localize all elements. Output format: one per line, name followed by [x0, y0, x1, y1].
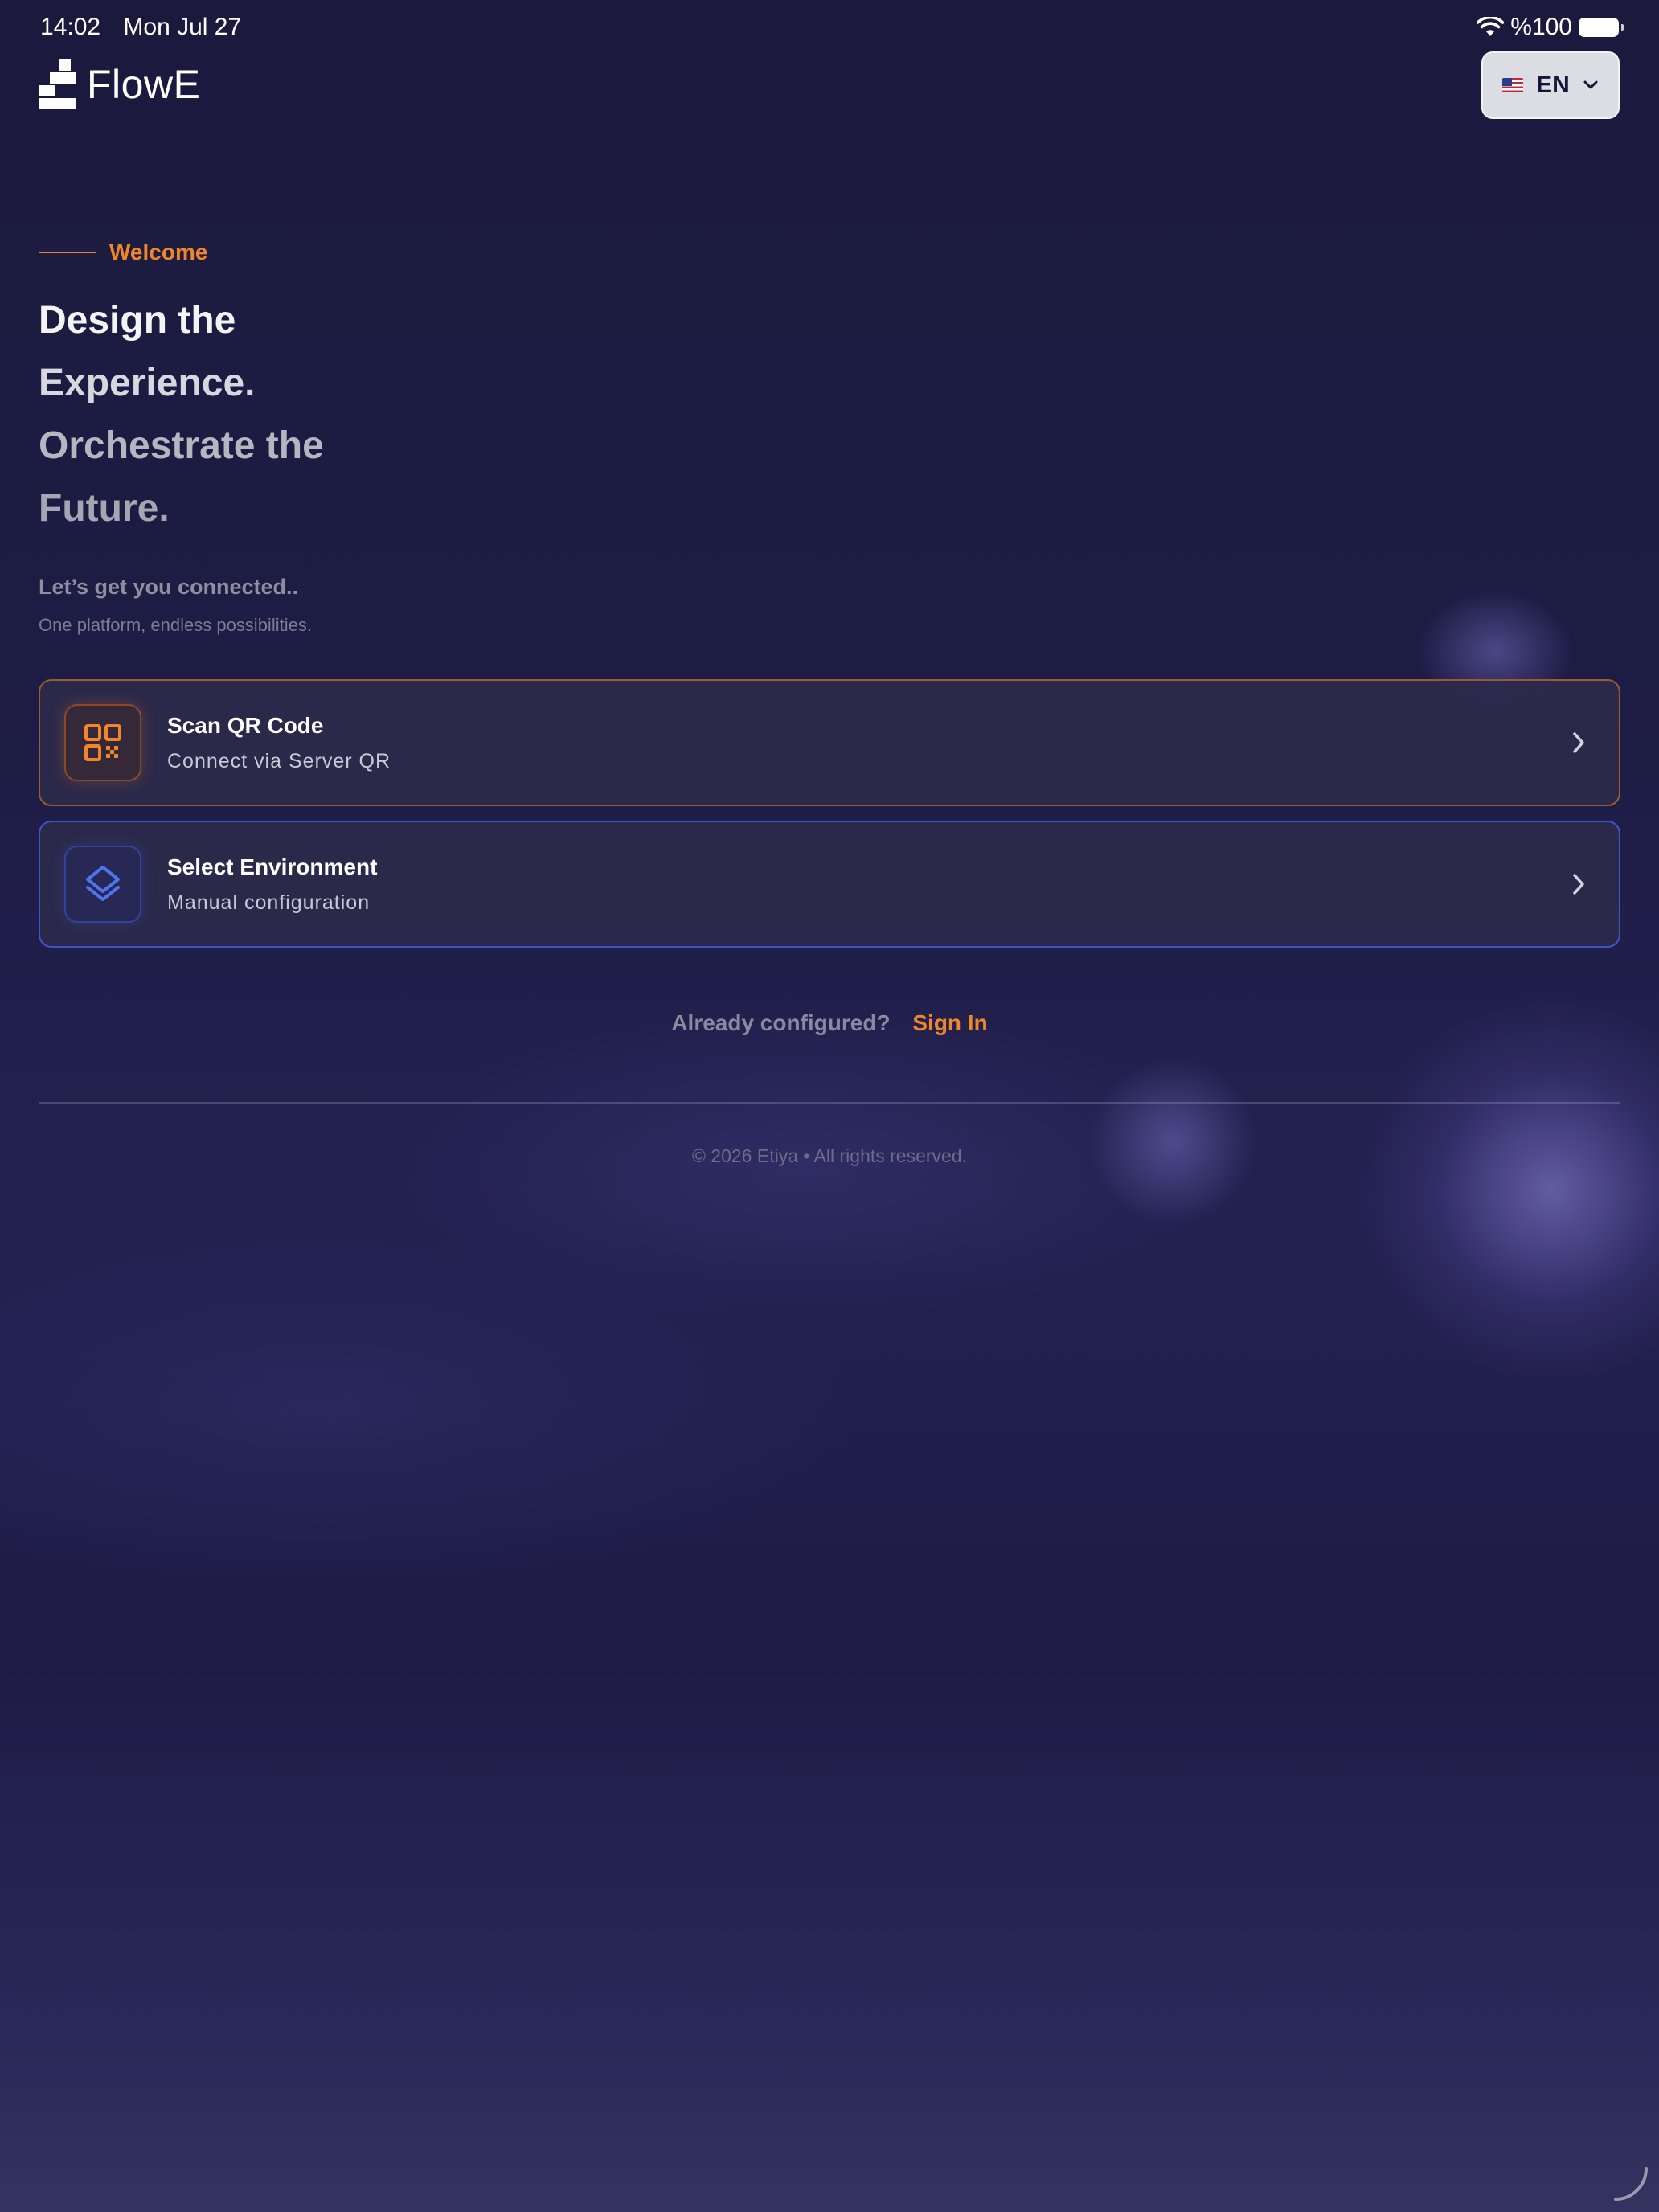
scan-qr-option[interactable]: Scan QR Code Connect via Server QR [39, 679, 1620, 806]
welcome-line [39, 252, 96, 253]
qr-icon-box [64, 704, 141, 781]
hero-headline: Design the Experience. Orchestrate the F… [39, 289, 324, 540]
connect-subtitle: Let’s get you connected.. [39, 575, 299, 599]
welcome-label: Welcome [109, 240, 208, 264]
layers-icon [86, 866, 120, 901]
battery-icon [1579, 18, 1624, 37]
status-left: 14:02 Mon Jul 27 [40, 14, 257, 41]
divider [39, 1102, 1620, 1104]
signin-row: Already configured? Sign In [0, 1010, 1659, 1036]
headline-line-2: Experience. [39, 362, 256, 404]
logo-mark-icon [39, 59, 76, 109]
headline-line-1: Design the [39, 299, 236, 342]
app-logo: FlowE [39, 59, 200, 109]
welcome-eyebrow: Welcome [39, 240, 207, 265]
status-bar: 14:02 Mon Jul 27 %100 [40, 11, 1624, 43]
already-configured-text: Already configured? [671, 1010, 891, 1035]
select-environment-option[interactable]: Select Environment Manual configuration [39, 821, 1620, 948]
qr-code-icon [84, 724, 121, 761]
status-time: 14:02 [40, 14, 101, 40]
app-name: FlowE [87, 62, 201, 107]
sign-in-link[interactable]: Sign In [912, 1010, 987, 1035]
copyright-text: © 2026 Etiya • All rights reserved. [691, 1145, 968, 1166]
select-environment-title: Select Environment [167, 854, 378, 879]
language-selector-button[interactable]: EN [1481, 51, 1620, 119]
scan-qr-subtitle: Connect via Server QR [167, 749, 391, 772]
us-flag-icon [1502, 78, 1524, 92]
layers-icon-box [64, 846, 141, 923]
battery-percent: %100 [1510, 14, 1572, 40]
chevron-down-icon [1583, 80, 1598, 89]
status-date: Mon Jul 27 [123, 14, 242, 40]
tagline: One platform, endless possibilities. [39, 615, 312, 635]
select-environment-subtitle: Manual configuration [167, 891, 371, 914]
chevron-right-icon [1573, 874, 1584, 895]
status-right: %100 [1477, 14, 1624, 41]
headline-line-3: Orchestrate the [39, 424, 324, 467]
scan-qr-title: Scan QR Code [167, 712, 324, 738]
language-code: EN [1536, 72, 1570, 98]
chevron-right-icon [1573, 732, 1584, 753]
headline-line-4: Future. [39, 487, 170, 530]
loading-spinner-icon [1614, 2167, 1648, 2201]
wifi-icon [1477, 17, 1505, 36]
